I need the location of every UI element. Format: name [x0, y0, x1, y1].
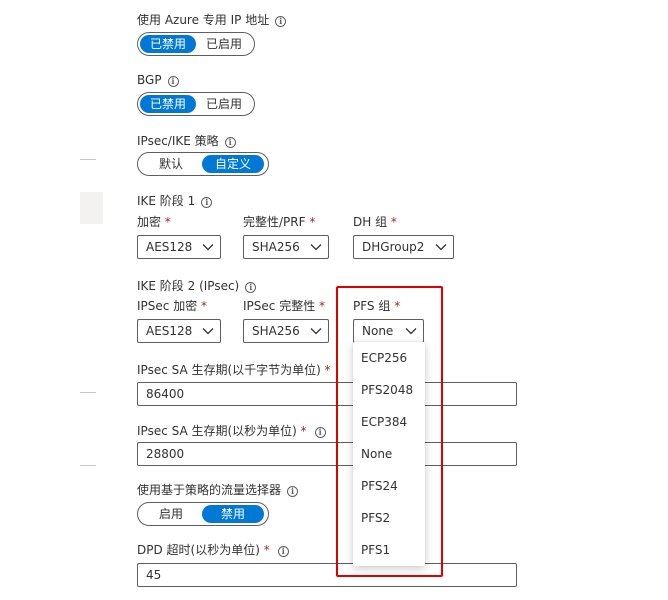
chevron-down-icon	[435, 244, 447, 251]
policy-selectors-label-text: 使用基于策略的流量选择器	[137, 483, 282, 497]
bgp-toggle[interactable]: 已禁用 已启用	[137, 92, 256, 116]
option-enabled[interactable]: 已启用	[196, 95, 252, 113]
chevron-down-icon	[310, 328, 322, 335]
required-mark: *	[390, 215, 397, 229]
sa-lifetime-kb-input[interactable]: 86400	[137, 382, 517, 406]
label-text: IPSec 加密	[137, 299, 198, 313]
info-icon[interactable]: i	[314, 427, 326, 438]
divider	[80, 159, 96, 160]
required-mark: *	[324, 363, 331, 377]
select-value: DHGroup2	[362, 240, 425, 254]
info-icon[interactable]: i	[275, 16, 287, 27]
ike-phase2-heading-text: IKE 阶段 2 (IPsec)	[137, 279, 240, 293]
required-mark: *	[394, 299, 401, 313]
ike2-pfs-group-select[interactable]: None	[353, 319, 424, 343]
required-mark: *	[300, 424, 307, 438]
divider	[80, 392, 96, 393]
bgp-label-text: BGP	[137, 73, 162, 87]
dpd-timeout-label: DPD 超时(以秒为单位) * i	[137, 542, 289, 558]
policy-selectors-label: 使用基于策略的流量选择器 i	[137, 482, 299, 498]
chevron-down-icon	[202, 328, 214, 335]
option-disable[interactable]: 禁用	[202, 505, 265, 523]
info-icon[interactable]: i	[167, 76, 179, 87]
info-icon[interactable]: i	[201, 197, 213, 208]
ipsec-policy-toggle[interactable]: 默认 自定义	[137, 152, 269, 176]
label-text: PFS 组	[353, 299, 391, 313]
label-text: IPSec 完整性	[243, 299, 316, 313]
ike1-encryption-select[interactable]: AES128	[137, 235, 221, 259]
required-mark: *	[201, 299, 208, 313]
sa-lifetime-sec-input[interactable]: 28800	[137, 442, 517, 466]
dropdown-option-pfs24[interactable]: PFS24	[353, 470, 425, 502]
label-text: IPsec SA 生存期(以千字节为单位)	[137, 363, 321, 377]
option-default[interactable]: 默认	[140, 155, 202, 173]
option-enable[interactable]: 启用	[140, 505, 202, 523]
select-value: None	[362, 324, 394, 338]
dpd-timeout-input[interactable]: 45	[137, 563, 517, 587]
required-mark: *	[319, 299, 326, 313]
ike1-dh-group-select[interactable]: DHGroup2	[353, 235, 454, 259]
ike1-integrity-label: 完整性/PRF *	[243, 214, 315, 230]
ike2-integrity-select[interactable]: SHA256	[243, 319, 329, 343]
info-icon[interactable]: i	[245, 282, 257, 293]
label-text: 加密	[137, 215, 162, 229]
ike1-dh-group-label: DH 组 *	[353, 214, 397, 230]
ike2-pfs-group-label: PFS 组 *	[353, 298, 400, 314]
required-mark: *	[164, 215, 171, 229]
info-icon[interactable]: i	[224, 137, 236, 148]
policy-selectors-toggle[interactable]: 启用 禁用	[137, 502, 269, 526]
ike-phase1-heading: IKE 阶段 1 i	[137, 193, 213, 209]
required-mark: *	[309, 215, 316, 229]
label-text: 完整性/PRF	[243, 215, 306, 229]
required-mark: *	[263, 543, 270, 557]
option-custom[interactable]: 自定义	[202, 155, 265, 173]
ipsec-policy-label: IPsec/IKE 策略 i	[137, 133, 236, 149]
option-disabled[interactable]: 已禁用	[140, 95, 197, 113]
azure-private-ip-toggle[interactable]: 已禁用 已启用	[137, 32, 256, 56]
chevron-down-icon	[310, 244, 322, 251]
azure-private-ip-label: 使用 Azure 专用 IP 地址 i	[137, 12, 287, 28]
ike2-integrity-label: IPSec 完整性 *	[243, 298, 325, 314]
bgp-label: BGP i	[137, 72, 179, 88]
ike2-encryption-select[interactable]: AES128	[137, 319, 221, 343]
ike-phase2-heading: IKE 阶段 2 (IPsec) i	[137, 278, 257, 294]
pfs-group-dropdown-list: ECP256 PFS2048 ECP384 None PFS24 PFS2 PF…	[353, 342, 425, 566]
dropdown-option-pfs1[interactable]: PFS1	[353, 534, 425, 566]
sa-lifetime-kb-label: IPsec SA 生存期(以千字节为单位) *	[137, 362, 331, 378]
azure-private-ip-label-text: 使用 Azure 专用 IP 地址	[137, 13, 270, 27]
info-icon[interactable]: i	[287, 486, 299, 497]
label-text: DH 组	[353, 215, 388, 229]
info-icon[interactable]: i	[277, 546, 289, 557]
option-enabled[interactable]: 已启用	[196, 35, 252, 53]
ike2-encryption-label: IPSec 加密 *	[137, 298, 207, 314]
dropdown-option-pfs2048[interactable]: PFS2048	[353, 374, 425, 406]
ike-phase1-heading-text: IKE 阶段 1	[137, 194, 196, 208]
select-value: AES128	[146, 240, 193, 254]
label-text: DPD 超时(以秒为单位)	[137, 543, 260, 557]
divider	[80, 465, 96, 466]
ike1-encryption-label: 加密 *	[137, 214, 171, 230]
chevron-up-icon	[405, 328, 417, 335]
select-value: AES128	[146, 324, 193, 338]
dropdown-option-pfs2[interactable]: PFS2	[353, 502, 425, 534]
chevron-down-icon	[202, 244, 214, 251]
ike1-integrity-select[interactable]: SHA256	[243, 235, 329, 259]
dropdown-option-none[interactable]: None	[353, 438, 425, 470]
select-value: SHA256	[252, 324, 300, 338]
sa-lifetime-sec-label: IPsec SA 生存期(以秒为单位) * i	[137, 423, 326, 439]
left-nav-gutter	[0, 0, 103, 600]
dropdown-option-ecp384[interactable]: ECP384	[353, 406, 425, 438]
label-text: IPsec SA 生存期(以秒为单位)	[137, 424, 297, 438]
ipsec-policy-label-text: IPsec/IKE 策略	[137, 134, 219, 148]
dropdown-option-ecp256[interactable]: ECP256	[353, 342, 425, 374]
option-disabled[interactable]: 已禁用	[140, 35, 197, 53]
select-value: SHA256	[252, 240, 300, 254]
selected-nav-item[interactable]	[80, 192, 103, 224]
